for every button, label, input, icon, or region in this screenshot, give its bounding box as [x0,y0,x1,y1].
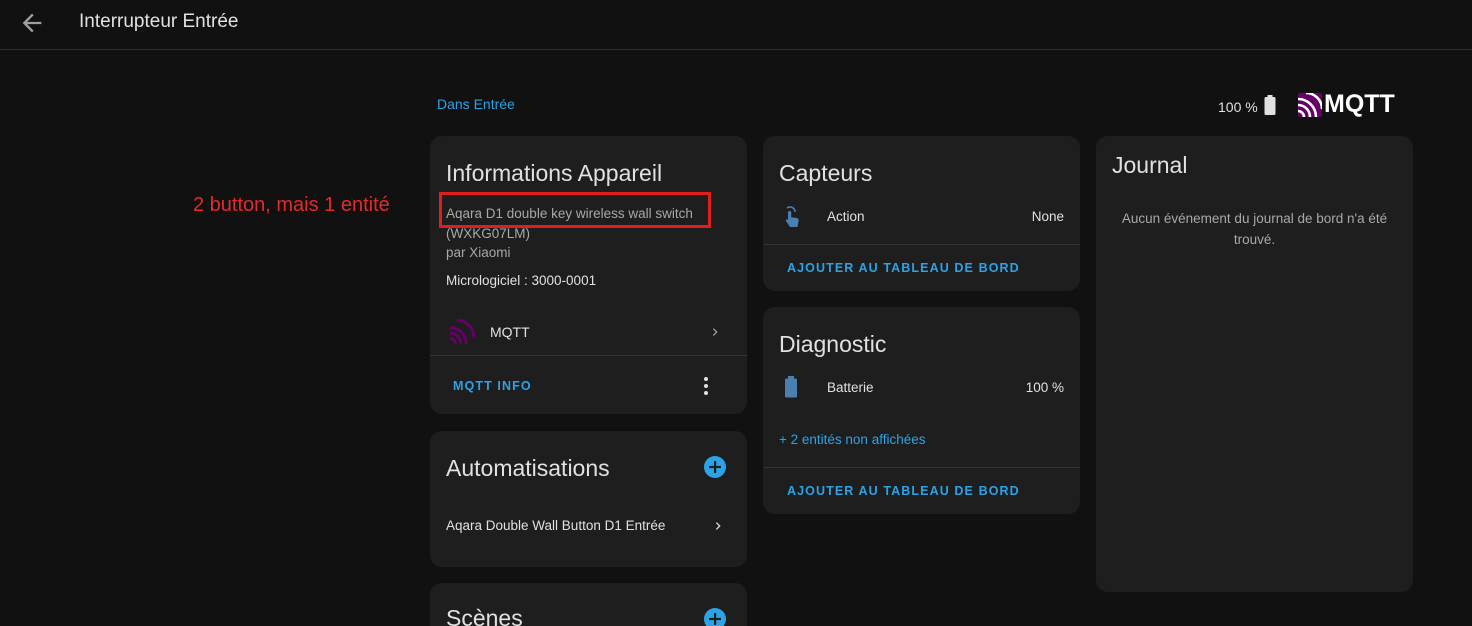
page-title: Interrupteur Entrée [79,11,239,32]
automation-item-label: Aqara Double Wall Button D1 Entrée [446,518,666,533]
more-vert-icon[interactable] [696,374,716,403]
top-app-bar: Interrupteur Entrée [0,0,1472,50]
divider [763,244,1080,245]
gesture-tap-icon [780,205,802,234]
chevron-right-icon [711,519,725,533]
add-scene-button[interactable] [704,608,726,626]
integration-label: MQTT [490,324,530,340]
divider [430,355,747,356]
annotation-highlight-box [439,192,711,228]
mqtt-logo-icon [1298,92,1322,117]
mqtt-logo-text: MQTT [1324,90,1395,118]
automation-item[interactable]: Aqara Double Wall Button D1 Entrée [430,511,747,541]
logbook-title: Journal [1112,152,1188,178]
logbook-empty-message: Aucun événement du journal de bord n'a é… [1121,211,1388,247]
sensor-action-value: None [1031,209,1064,224]
diagnostic-battery-value: 100 % [1025,380,1064,395]
add-to-dashboard-button[interactable]: AJOUTER AU TABLEAU DE BORD [787,484,1020,498]
battery-icon [784,376,798,403]
diagnostic-title: Diagnostic [779,331,887,357]
diagnostic-battery-label: Batterie [827,380,874,395]
automations-card: Automatisations Aqara Double Wall Button… [430,431,747,567]
automations-title: Automatisations [446,455,610,481]
device-info-title: Informations Appareil [446,160,663,186]
mqtt-info-button[interactable]: MQTT INFO [453,379,532,393]
chevron-right-icon [708,325,722,339]
divider [763,467,1080,468]
sensors-card: Capteurs Action None AJOUTER AU TABLEAU … [763,136,1080,291]
device-firmware: Micrologiciel : 3000-0001 [446,273,597,288]
area-link[interactable]: Dans Entrée [437,96,515,112]
add-automation-button[interactable] [704,456,726,478]
sensor-action-label: Action [827,209,865,224]
device-manufacturer: par Xiaomi [446,245,511,260]
hidden-entities-link[interactable]: + 2 entités non affichées [779,432,925,447]
battery-status-value: 100 % [1218,98,1258,115]
scenes-title: Scènes [446,605,523,626]
add-to-dashboard-button[interactable]: AJOUTER AU TABLEAU DE BORD [787,261,1020,275]
annotation-text: 2 button, mais 1 entité [193,194,390,216]
diagnostic-row[interactable]: Batterie 100 % [763,373,1080,403]
mqtt-integration-icon [449,318,476,350]
diagnostic-card: Diagnostic Batterie 100 % + 2 entités no… [763,307,1080,514]
logbook-card: Journal Aucun événement du journal de bo… [1096,136,1413,592]
device-info-card: Informations Appareil Aqara D1 double ke… [430,136,747,414]
sensors-title: Capteurs [779,160,873,186]
battery-icon [1264,95,1276,118]
device-model-code: (WXKG07LM) [446,226,531,241]
back-arrow-icon[interactable] [18,9,46,37]
mqtt-logo: MQTT [1298,90,1395,119]
sensor-row[interactable]: Action None [763,202,1080,232]
integration-row[interactable]: MQTT [430,314,747,354]
scenes-card: Scènes [430,583,747,626]
battery-status: 100 % [1218,95,1276,118]
